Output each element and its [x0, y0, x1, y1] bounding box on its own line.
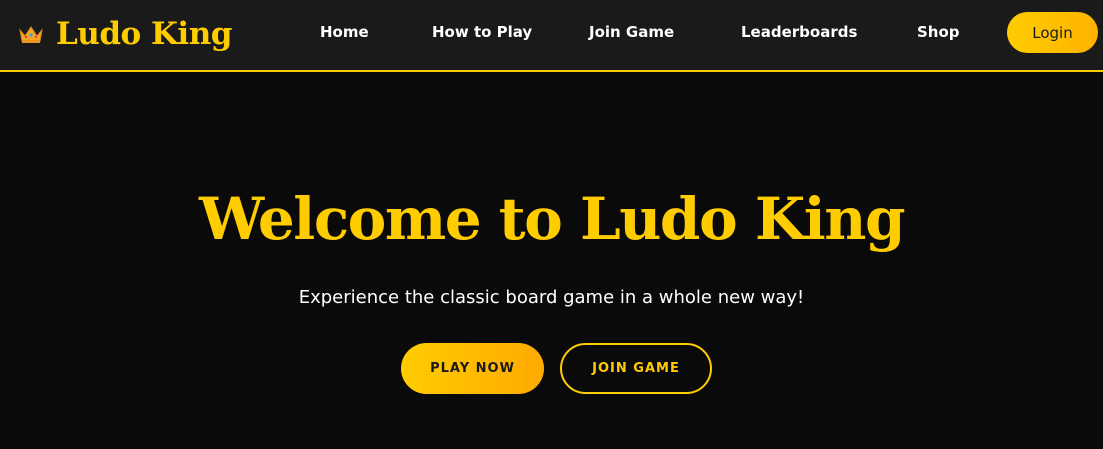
top-navbar: Ludo King Home How to Play Join Game Lea… [0, 0, 1103, 72]
nav-leaderboards[interactable]: Leaderboards [741, 23, 857, 41]
hero-title: Welcome to Ludo King [198, 185, 906, 253]
nav-how-to-play[interactable]: How to Play [432, 23, 532, 41]
nav-join-game[interactable]: Join Game [589, 23, 674, 41]
hero-section: Welcome to Ludo King Experience the clas… [0, 72, 1103, 449]
nav-home[interactable]: Home [320, 23, 369, 41]
hero-subtitle: Experience the classic board game in a w… [298, 287, 805, 308]
play-now-button[interactable]: PLAY NOW [401, 343, 544, 394]
nav-shop[interactable]: Shop [917, 23, 960, 41]
main-nav: Home How to Play Join Game Leaderboards … [0, 0, 1103, 70]
login-button[interactable]: Login [1007, 12, 1098, 53]
join-game-button[interactable]: JOIN GAME [560, 343, 712, 394]
